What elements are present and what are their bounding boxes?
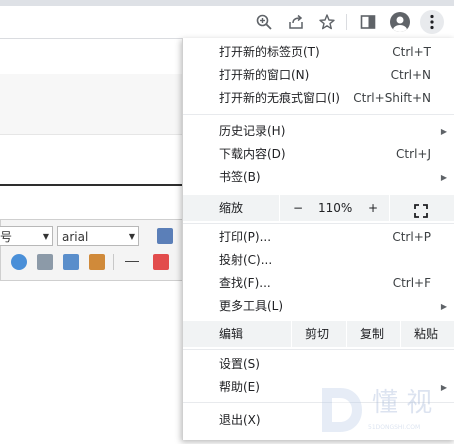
menu-item-settings[interactable]: 设置(S) [183, 353, 454, 376]
submenu-arrow-icon: ▶ [440, 173, 447, 182]
zoom-label: 缩放 [219, 201, 244, 215]
watermark-subtext: 51DONGSHI.COM [368, 424, 421, 431]
menu-item-label: 打开新的标签页(T) [219, 45, 320, 59]
monitor-icon[interactable] [157, 228, 173, 244]
edit-row-divider [291, 321, 292, 347]
edit-label: 编辑 [219, 327, 244, 341]
font-family-value: arial [62, 230, 89, 244]
zoom-row-divider [279, 195, 280, 221]
menu-item-incognito-window[interactable]: 打开新的无痕式窗口(I) Ctrl+Shift+N [183, 87, 454, 110]
menu-item-label: 设置(S) [219, 357, 260, 371]
share-icon[interactable] [284, 10, 308, 34]
menu-item-label: 历史记录(H) [219, 124, 286, 138]
menu-item-shortcut: Ctrl+F [392, 276, 431, 290]
menu-item-label: 退出(X) [219, 413, 261, 427]
font-size-select[interactable]: 号 ▼ [0, 226, 53, 246]
copy-button[interactable]: 复制 [360, 321, 384, 347]
paste-button[interactable]: 粘贴 [414, 321, 438, 347]
menu-item-label: 书签(B) [219, 170, 261, 184]
edit-row-divider [400, 321, 401, 347]
menu-item-label: 打开新的窗口(N) [219, 68, 310, 82]
zoom-level-value: 110% [318, 201, 353, 215]
menu-item-bookmarks[interactable]: 书签(B) ▶ [183, 166, 454, 189]
menu-item-label: 帮助(E) [219, 380, 260, 394]
more-menu-icon[interactable] [420, 10, 444, 34]
menu-item-cast[interactable]: 投射(C)... [183, 249, 454, 272]
rich-text-editor-toolbar: 号 ▼ arial ▼ [0, 219, 186, 281]
menu-item-label: 打开新的无痕式窗口(I) [219, 91, 340, 105]
globe-icon[interactable] [11, 254, 27, 270]
menu-item-shortcut: Ctrl+T [392, 45, 431, 59]
fullscreen-icon[interactable] [414, 201, 428, 218]
list-icon[interactable] [37, 254, 53, 270]
menu-separator [183, 349, 454, 350]
browser-toolbar [0, 6, 454, 39]
menu-item-label: 更多工具(L) [219, 299, 284, 313]
menu-item-label: 打印(P)... [219, 230, 272, 244]
page-divider [0, 184, 190, 186]
menu-item-shortcut: Ctrl+N [390, 68, 431, 82]
submenu-arrow-icon: ▶ [440, 127, 447, 136]
toolbar-separator [113, 254, 114, 270]
font-size-value: 号 [0, 230, 13, 244]
profile-icon[interactable] [388, 10, 412, 34]
menu-item-downloads[interactable]: 下载内容(D) Ctrl+J [183, 143, 454, 166]
bookmark-star-icon[interactable] [315, 10, 339, 34]
toolbar-divider [346, 14, 347, 30]
menu-item-shortcut: Ctrl+Shift+N [353, 91, 431, 105]
menu-item-print[interactable]: 打印(P)... Ctrl+P [183, 226, 454, 249]
calendar-icon[interactable] [153, 254, 169, 270]
menu-separator [183, 223, 454, 224]
menu-item-shortcut: Ctrl+P [392, 230, 431, 244]
menu-zoom-row: 缩放 − 110% + [183, 195, 454, 221]
menu-item-more-tools[interactable]: 更多工具(L) ▶ [183, 295, 454, 318]
media-icon[interactable] [89, 254, 105, 270]
zoom-in-button[interactable]: + [368, 195, 378, 221]
edit-row-divider [346, 321, 347, 347]
zoom-row-divider [389, 195, 390, 221]
menu-item-label: 查找(F)... [219, 276, 271, 290]
image-icon[interactable] [63, 254, 79, 270]
font-family-select[interactable]: arial ▼ [57, 226, 139, 246]
submenu-arrow-icon: ▶ [440, 302, 447, 311]
menu-item-label: 下载内容(D) [219, 147, 286, 161]
avatar [390, 12, 410, 32]
menu-item-new-tab[interactable]: 打开新的标签页(T) Ctrl+T [183, 41, 454, 64]
horizontal-rule-icon[interactable] [125, 261, 139, 262]
menu-item-label: 投射(C)... [219, 253, 273, 267]
watermark-logo: 懂 视 51DONGSHI.COM [304, 380, 454, 440]
menu-separator [183, 114, 454, 115]
menu-item-find[interactable]: 查找(F)... Ctrl+F [183, 272, 454, 295]
zoom-icon[interactable] [252, 10, 276, 34]
chevron-down-icon: ▼ [42, 232, 49, 241]
menu-edit-row: 编辑 剪切 复制 粘贴 [183, 321, 454, 347]
watermark-text: 懂 视 [372, 388, 433, 418]
page-header-band [0, 74, 190, 135]
menu-item-new-window[interactable]: 打开新的窗口(N) Ctrl+N [183, 64, 454, 87]
menu-item-history[interactable]: 历史记录(H) ▶ [183, 120, 454, 143]
cut-button[interactable]: 剪切 [305, 321, 329, 347]
menu-item-shortcut: Ctrl+J [396, 147, 431, 161]
chevron-down-icon: ▼ [128, 232, 135, 241]
side-panel-icon[interactable] [356, 10, 380, 34]
zoom-out-button[interactable]: − [293, 195, 303, 221]
